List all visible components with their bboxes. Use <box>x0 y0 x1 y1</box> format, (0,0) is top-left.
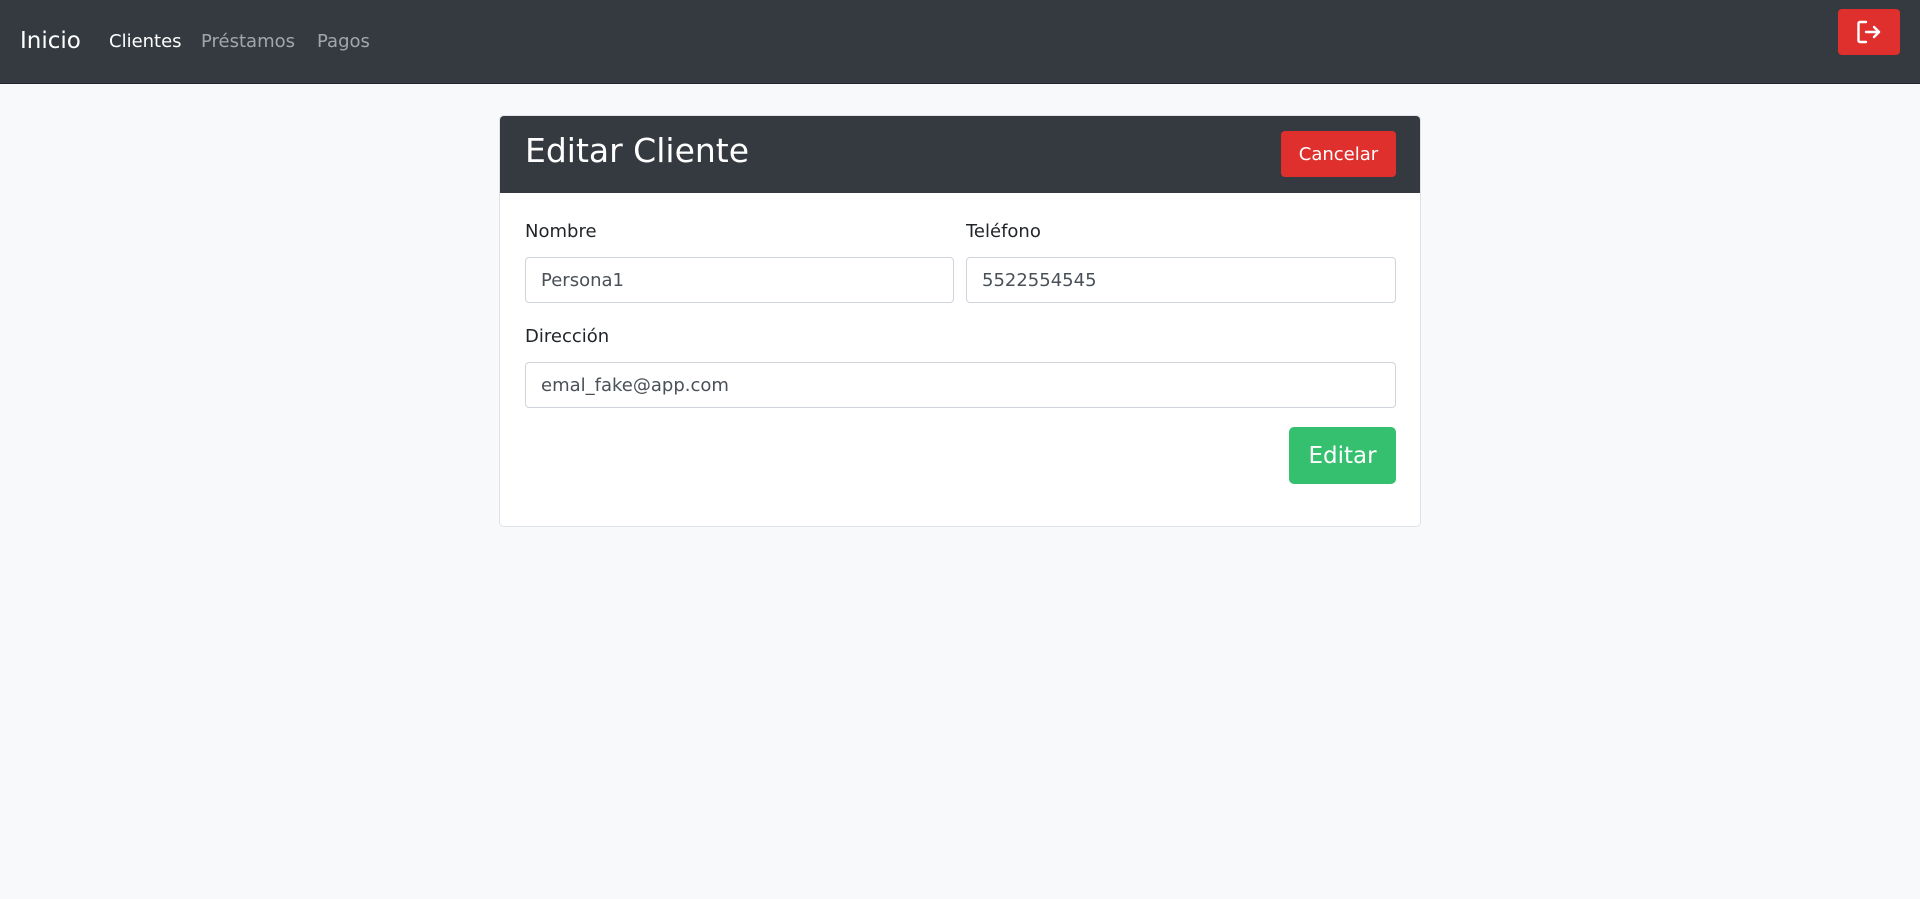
direccion-label: Dirección <box>525 326 610 347</box>
card-header: Editar Cliente Cancelar <box>500 116 1420 193</box>
direccion-input[interactable] <box>525 362 1396 408</box>
edit-client-card: Editar Cliente Cancelar Nombre Teléfono … <box>499 115 1421 527</box>
edit-submit-button[interactable]: Editar <box>1289 427 1396 484</box>
nombre-label: Nombre <box>525 221 597 242</box>
brand-link-inicio[interactable]: Inicio <box>20 26 81 56</box>
logout-icon <box>1855 18 1883 46</box>
page-title: Editar Cliente <box>525 131 750 170</box>
nav-link-prestamos[interactable]: Préstamos <box>201 30 295 54</box>
nav-link-clientes[interactable]: Clientes <box>109 30 182 54</box>
logout-button[interactable] <box>1838 9 1900 55</box>
nombre-input[interactable] <box>525 257 954 303</box>
top-navbar: Inicio Clientes Préstamos Pagos <box>0 0 1920 84</box>
telefono-input[interactable] <box>966 257 1396 303</box>
telefono-label: Teléfono <box>966 221 1041 242</box>
cancel-button[interactable]: Cancelar <box>1281 131 1396 177</box>
nav-link-pagos[interactable]: Pagos <box>317 30 370 54</box>
